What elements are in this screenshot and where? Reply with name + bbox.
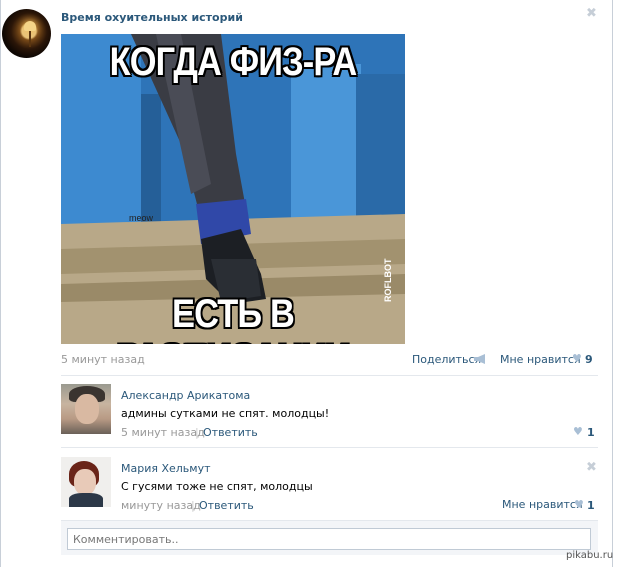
like-button[interactable]: Мне нравится <box>500 353 581 366</box>
reply-button[interactable]: Ответить <box>203 426 258 439</box>
close-icon[interactable]: ✖ <box>586 460 597 475</box>
comment-author-link[interactable]: Мария Хельмут <box>121 462 211 475</box>
close-icon[interactable]: ✖ <box>586 6 597 21</box>
meme-top-caption: КОГДА ФИЗ-РА <box>109 40 358 84</box>
divider <box>61 375 598 376</box>
comment-box <box>61 520 598 555</box>
community-avatar[interactable] <box>2 9 51 58</box>
lamp-icon <box>24 21 36 31</box>
comment-author-link[interactable]: Александр Арикатома <box>121 389 250 402</box>
comment-text: С гусями тоже не спят, молодцы <box>121 480 313 493</box>
divider <box>61 447 598 448</box>
comment-like-count: 1 <box>587 499 595 512</box>
post-image[interactable]: КОГДА ФИЗ-РА ЕСТЬ В РАСПИСАНИИ meow ROFL… <box>61 34 405 344</box>
meme-side-label: ROFLBOT <box>383 258 393 303</box>
meme-bottom-caption: ЕСТЬ В РАСПИСАНИИ <box>117 292 351 344</box>
comment-timestamp[interactable]: 5 минут назад <box>121 426 205 439</box>
separator: | <box>195 426 199 439</box>
comment-timestamp[interactable]: минуту назад <box>121 499 201 512</box>
heart-icon[interactable]: ♥ <box>574 498 584 511</box>
comment-avatar[interactable] <box>61 457 111 507</box>
avatar-clothes <box>69 493 103 507</box>
lamp-stand <box>29 31 31 47</box>
comment-text: админы сутками не спят. молодцы! <box>121 407 330 420</box>
megaphone-icon[interactable] <box>474 354 486 364</box>
site-watermark: pikabu.ru <box>566 550 614 561</box>
share-button[interactable]: Поделиться <box>412 353 481 366</box>
separator: | <box>191 499 195 512</box>
like-count: 9 <box>585 353 593 366</box>
post-timestamp[interactable]: 5 минут назад <box>61 353 145 366</box>
feed-right-border <box>612 0 613 567</box>
heart-icon[interactable]: ♥ <box>573 425 583 438</box>
post-author-link[interactable]: Время охуительных историй <box>61 11 243 24</box>
heart-icon[interactable]: ♥ <box>572 352 582 365</box>
comment-like-count: 1 <box>587 426 595 439</box>
avatar-face <box>74 469 96 495</box>
comment-avatar[interactable] <box>61 384 111 434</box>
feed-left-border <box>0 0 1 567</box>
reply-button[interactable]: Ответить <box>199 499 254 512</box>
comment-like-button[interactable]: Мне нравится <box>502 498 583 511</box>
avatar-face <box>75 394 99 424</box>
comment-input[interactable] <box>67 528 591 550</box>
meme-watermark: meow <box>129 213 154 223</box>
